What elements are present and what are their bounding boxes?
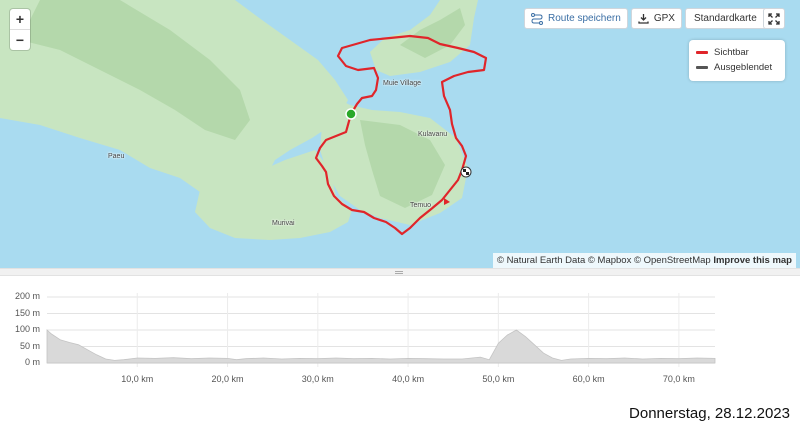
place-label-kulavanu: Kulavanu [418,131,448,138]
improve-map-link[interactable]: Improve this map [713,255,792,266]
x-tick-label: 20,0 km [211,374,244,384]
x-tick-label: 70,0 km [662,374,695,384]
x-tick-label: 10,0 km [121,374,154,384]
route-legend: Sichtbar Ausgeblendet [689,40,785,81]
download-icon [638,14,649,24]
place-label-murivai: Murivai [272,220,295,227]
legend-item-hidden[interactable]: Ausgeblendet [696,60,778,75]
elevation-chart[interactable] [0,277,800,387]
finish-flag-icon[interactable] [460,166,472,178]
legend-swatch-visible [696,51,708,54]
date-caption: Donnerstag, 28.12.2023 [629,405,790,422]
map-style-label: Standardkarte [693,13,757,24]
grip-icon [395,271,403,274]
place-label-paeu: Paeu [108,153,125,160]
route-icon [531,12,543,25]
gpx-download-button[interactable]: GPX [630,8,682,29]
place-label-muie: Muie Village [383,80,422,87]
save-route-label: Route speichern [548,13,621,24]
zoom-out-button[interactable]: − [10,29,30,50]
x-tick-label: 60,0 km [572,374,605,384]
legend-label-visible: Sichtbar [714,47,749,58]
x-tick-label: 30,0 km [301,374,334,384]
legend-swatch-hidden [696,66,708,69]
save-route-button[interactable]: Route speichern [524,8,628,29]
resize-handle[interactable] [0,268,800,276]
legend-item-visible[interactable]: Sichtbar [696,45,778,60]
gpx-label: GPX [653,13,675,24]
map-toolbar: Route speichern GPX Standardkarte [524,8,779,29]
attribution-text: © Natural Earth Data © Mapbox © OpenStre… [496,255,711,266]
x-tick-label: 50,0 km [482,374,515,384]
fullscreen-icon [768,12,780,25]
x-tick-label: 40,0 km [392,374,425,384]
map-attribution: © Natural Earth Data © Mapbox © OpenStre… [492,253,796,268]
zoom-control: + − [10,9,30,50]
fullscreen-button[interactable] [763,8,785,29]
route-map[interactable]: Muie Village Paeu Kulavanu Temuo Murivai… [0,0,800,268]
map-canvas[interactable] [0,0,800,268]
zoom-in-button[interactable]: + [10,9,30,29]
elevation-profile[interactable]: 200 m 150 m 100 m 50 m0 m 10,0 km 20,0 km 30,… [0,277,800,387]
legend-label-hidden: Ausgeblendet [714,62,773,73]
start-marker[interactable] [345,108,357,120]
place-label-temuo: Temuo [410,202,432,209]
